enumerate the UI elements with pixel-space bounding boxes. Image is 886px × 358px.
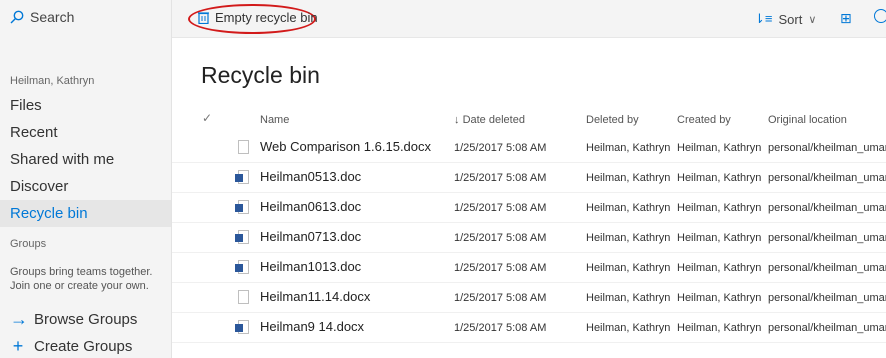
file-name[interactable]: Heilman0513.doc: [260, 169, 361, 184]
deleted-by: Heilman, Kathryn: [586, 142, 671, 154]
original-location: personal/kheilman_umary: [768, 322, 886, 334]
search-label: Search: [30, 9, 75, 25]
plus-icon: +: [12, 336, 24, 356]
column-header-deleted-by[interactable]: Deleted by: [586, 114, 639, 126]
original-location: personal/kheilman_umary: [768, 202, 886, 214]
column-header-created-by[interactable]: Created by: [677, 114, 731, 126]
document-icon: [238, 290, 249, 304]
sort-icon: ⇂≡: [754, 11, 773, 26]
date-deleted: 1/25/2017 5:08 AM: [454, 322, 547, 334]
date-deleted: 1/25/2017 5:08 AM: [454, 262, 547, 274]
arrow-right-icon: →: [10, 309, 28, 329]
chevron-down-icon: ∨: [808, 13, 817, 26]
file-name[interactable]: Heilman9 14.docx: [260, 319, 364, 334]
original-location: personal/kheilman_umary: [768, 262, 886, 274]
empty-recycle-bin-label: Empty recycle bin: [215, 10, 318, 25]
deleted-by: Heilman, Kathryn: [586, 262, 671, 274]
created-by: Heilman, Kathryn: [677, 262, 762, 274]
file-name[interactable]: Web Comparison 1.6.15.docx: [260, 139, 431, 154]
column-header-name[interactable]: Name: [260, 114, 289, 126]
date-deleted: 1/25/2017 5:08 AM: [454, 292, 547, 304]
deleted-by: Heilman, Kathryn: [586, 322, 671, 334]
trash-icon: [198, 12, 209, 24]
deleted-by: Heilman, Kathryn: [586, 292, 671, 304]
created-by: Heilman, Kathryn: [677, 232, 762, 244]
search-icon: [10, 10, 24, 24]
table-row[interactable]: Heilman0513.doc 1/25/2017 5:08 AM Heilman,…: [172, 163, 886, 193]
left-sidebar: Search Heilman, Kathryn Files Recent Sha…: [0, 0, 172, 358]
table-row[interactable]: Heilman11.14.docx 1/25/2017 5:08 AM Heilma…: [172, 283, 886, 313]
created-by: Heilman, Kathryn: [677, 172, 762, 184]
word-doc-icon: [235, 230, 249, 244]
word-doc-icon: [235, 260, 249, 274]
original-location: personal/kheilman_umary: [768, 232, 886, 244]
row-divider: [172, 342, 886, 343]
page-title: Recycle bin: [201, 62, 320, 88]
browse-groups-button[interactable]: → Browse Groups: [10, 309, 137, 330]
empty-recycle-bin-button[interactable]: Empty recycle bin: [198, 10, 318, 25]
deleted-by: Heilman, Kathryn: [586, 172, 671, 184]
select-all-checkmark-icon[interactable]: ✓: [202, 111, 212, 125]
groups-heading: Groups: [10, 238, 47, 250]
grid-view-icon[interactable]: ⊞: [840, 10, 852, 27]
create-groups-button[interactable]: + Create Groups: [10, 336, 133, 357]
sort-arrow-down-icon: ↓: [454, 114, 460, 126]
table-row[interactable]: Heilman0613.doc 1/25/2017 5:08 AM Heilman,…: [172, 193, 886, 223]
document-icon: [238, 140, 249, 154]
original-location: personal/kheilman_umary: [768, 172, 886, 184]
sidebar-item-files[interactable]: Files: [0, 92, 171, 119]
table-row[interactable]: Web Comparison 1.6.15.docx 1/25/2017 5:08…: [172, 133, 886, 163]
sidebar-nav: Files Recent Shared with me Discover Rec…: [0, 92, 171, 227]
original-location: personal/kheilman_umary: [768, 142, 886, 154]
file-name[interactable]: Heilman11.14.docx: [260, 289, 370, 304]
column-header-date-deleted[interactable]: ↓ Date deleted: [454, 114, 525, 126]
file-name[interactable]: Heilman1013.doc: [260, 259, 361, 274]
sidebar-item-recycle-bin[interactable]: Recycle bin: [0, 200, 171, 227]
sidebar-item-recent[interactable]: Recent: [0, 119, 171, 146]
search-box[interactable]: Search: [10, 9, 74, 25]
word-doc-icon: [235, 170, 249, 184]
table-row[interactable]: Heilman9 14.docx 1/25/2017 5:08 AM Heilman…: [172, 313, 886, 343]
create-groups-label: Create Groups: [34, 338, 133, 355]
user-name: Heilman, Kathryn: [10, 75, 95, 87]
created-by: Heilman, Kathryn: [677, 322, 762, 334]
column-header-date-deleted-label: Date deleted: [462, 114, 525, 126]
deleted-by: Heilman, Kathryn: [586, 202, 671, 214]
created-by: Heilman, Kathryn: [677, 292, 762, 304]
date-deleted: 1/25/2017 5:08 AM: [454, 202, 547, 214]
groups-description: Groups bring teams together. Join one or…: [10, 266, 153, 292]
word-doc-icon: [235, 200, 249, 214]
file-name[interactable]: Heilman0713.doc: [260, 229, 361, 244]
sort-label: Sort: [778, 11, 803, 27]
date-deleted: 1/25/2017 5:08 AM: [454, 142, 547, 154]
file-name[interactable]: Heilman0613.doc: [260, 199, 361, 214]
info-icon[interactable]: [874, 9, 886, 23]
created-by: Heilman, Kathryn: [677, 202, 762, 214]
date-deleted: 1/25/2017 5:08 AM: [454, 232, 547, 244]
word-doc-icon: [235, 320, 249, 334]
sort-button[interactable]: ⇂≡ Sort ∨: [754, 11, 816, 27]
date-deleted: 1/25/2017 5:08 AM: [454, 172, 547, 184]
original-location: personal/kheilman_umary: [768, 292, 886, 304]
created-by: Heilman, Kathryn: [677, 142, 762, 154]
deleted-by: Heilman, Kathryn: [586, 232, 671, 244]
table-row[interactable]: Heilman1013.doc 1/25/2017 5:08 AM Heilman,…: [172, 253, 886, 283]
table-header: ✓ Name ↓ Date deleted Deleted by Created…: [172, 108, 886, 132]
sidebar-item-shared-with-me[interactable]: Shared with me: [0, 146, 171, 173]
browse-groups-label: Browse Groups: [34, 311, 138, 328]
table-row[interactable]: Heilman0713.doc 1/25/2017 5:08 AM Heilman,…: [172, 223, 886, 253]
column-header-original-location[interactable]: Original location: [768, 114, 847, 126]
command-bar: Empty recycle bin ⇂≡ Sort ∨ ⊞: [172, 0, 886, 38]
sidebar-item-discover[interactable]: Discover: [0, 173, 171, 200]
